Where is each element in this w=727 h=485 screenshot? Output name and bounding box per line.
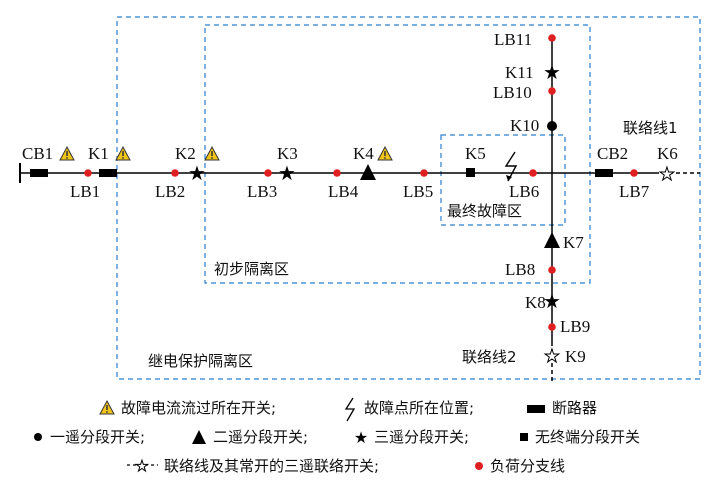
preliminary-isolation-zone-label: 初步隔离区 [214, 260, 289, 278]
cb2-label: CB2 [597, 144, 628, 163]
lb2-load-dot-icon [171, 169, 179, 177]
legend-no-terminal-text: 无终端分段开关 [535, 428, 640, 446]
distribution-network-diagram: ★ ★ ★ ★ ★ ★ CB1 K1 LB1 K2 LB2 K3 LB3 K4 … [19, 16, 701, 476]
legend-fault-current-text: 故障电流流过所在开关; [121, 399, 276, 417]
k10-label: K10 [510, 116, 539, 135]
lb4-load-dot-icon [333, 169, 341, 177]
cb1-fault-current-warning-icon [59, 146, 75, 161]
tie-line-2-label: 联络线2 [462, 348, 517, 366]
legend-tie-hollow-star-icon: ★ [135, 459, 148, 475]
k11-label: K11 [505, 63, 534, 82]
legend-load-branch-text: 负荷分支线 [490, 457, 565, 475]
legend-one-remote-text: 一遥分段开关; [50, 428, 145, 446]
lb4-label: LB4 [328, 182, 359, 201]
lb10-load-dot-icon [548, 87, 556, 95]
lb8-load-dot-icon [548, 266, 556, 274]
k2-three-remote-star-icon: ★ [188, 163, 206, 185]
legend-lightning-icon [344, 397, 356, 422]
legend-tie-switch-text: 联络线及其常开的三遥联络开关; [164, 457, 379, 475]
relay-protection-zone-label: 继电保护隔离区 [148, 352, 253, 370]
lb8-label: LB8 [505, 260, 535, 279]
lb11-load-dot-icon [548, 34, 556, 42]
k6-tie-switch-hollow-star-icon: ★ [659, 164, 675, 184]
cb2-breaker-icon [595, 169, 613, 177]
k1-label: K1 [88, 144, 109, 163]
k4-fault-current-warning-icon [377, 146, 393, 161]
lb11-label: LB11 [494, 30, 532, 49]
final-fault-zone-label: 最终故障区 [447, 202, 522, 220]
cb1-label: CB1 [22, 144, 53, 163]
k6-label: K6 [657, 144, 678, 163]
lb5-label: LB5 [403, 182, 433, 201]
k8-label: K8 [525, 293, 546, 312]
lb6-label: LB6 [509, 182, 539, 201]
legend-warning-icon [99, 400, 115, 415]
k3-three-remote-star-icon: ★ [278, 163, 296, 185]
lb6-load-dot-icon [529, 169, 537, 177]
k1-fault-current-warning-icon [115, 146, 131, 161]
k3-label: K3 [277, 144, 298, 163]
legend: 故障电流流过所在开关; 故障点所在位置; 断路器 一遥分段开关; 二遥分段开关;… [34, 397, 640, 476]
k9-label: K9 [565, 347, 586, 366]
lb2-label: LB2 [155, 182, 185, 201]
k11-three-remote-star-icon: ★ [543, 62, 561, 84]
lb7-load-dot-icon [630, 169, 638, 177]
legend-breaker-icon [527, 405, 545, 413]
k9-tie-switch-hollow-star-icon: ★ [544, 346, 560, 366]
k10-one-remote-dot-icon [547, 121, 557, 131]
lb1-label: LB1 [70, 182, 100, 201]
lb7-label: LB7 [619, 182, 650, 201]
k7-label: K7 [563, 233, 584, 252]
k2-label: K2 [175, 144, 196, 163]
legend-three-remote-star-icon: ★ [354, 430, 368, 447]
lb9-label: LB9 [560, 317, 590, 336]
legend-two-remote-text: 二遥分段开关; [213, 428, 308, 446]
lb10-label: LB10 [493, 83, 532, 102]
k4-label: K4 [353, 144, 374, 163]
k5-label: K5 [465, 144, 486, 163]
k7-two-remote-triangle-icon [544, 232, 560, 248]
legend-fault-point-text: 故障点所在位置; [364, 399, 474, 417]
k4-two-remote-triangle-icon [360, 164, 376, 180]
k5-no-terminal-square-icon [466, 168, 475, 177]
lb3-label: LB3 [247, 182, 277, 201]
cb1-breaker-icon [30, 169, 48, 177]
lb5-load-dot-icon [420, 169, 428, 177]
lb1-load-dot-icon [84, 169, 92, 177]
k2-fault-current-warning-icon [204, 146, 220, 161]
lb3-load-dot-icon [264, 169, 272, 177]
lb9-load-dot-icon [548, 323, 556, 331]
legend-load-dot-icon [475, 462, 483, 470]
legend-one-remote-dot-icon [34, 433, 42, 441]
legend-three-remote-text: 三遥分段开关; [374, 428, 469, 446]
legend-breaker-text: 断路器 [552, 399, 597, 417]
k1-breaker-icon [99, 169, 117, 177]
tie-line-1-label: 联络线1 [623, 119, 678, 137]
legend-two-remote-triangle-icon [192, 430, 206, 444]
legend-no-terminal-square-icon [520, 433, 528, 441]
